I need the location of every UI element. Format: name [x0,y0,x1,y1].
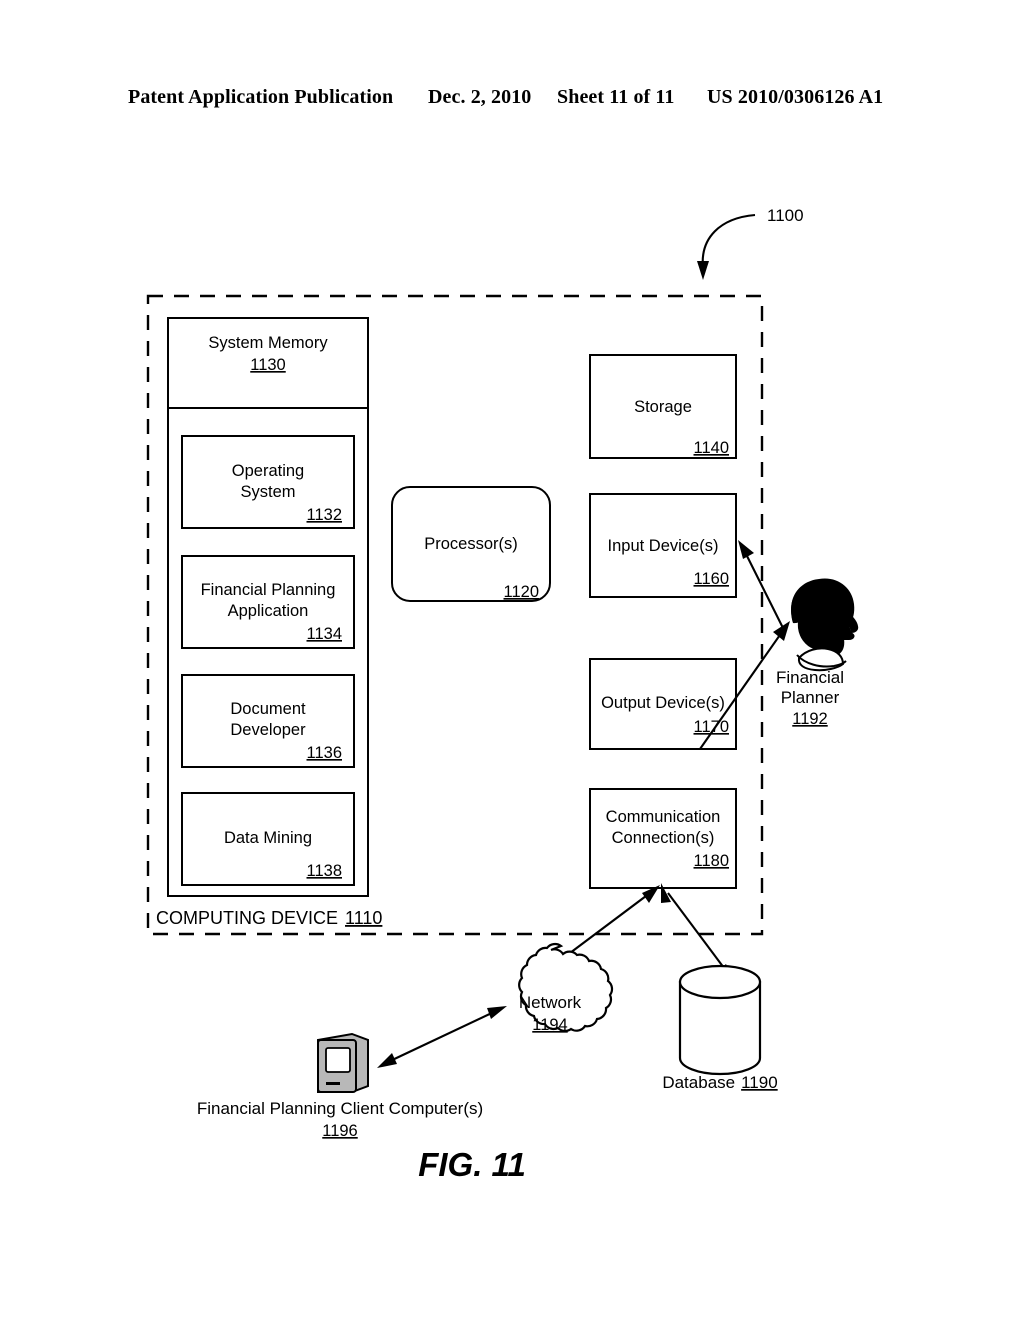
operating-system-block: Operating System 1132 [181,435,355,529]
database-cylinder: Database 1190 [662,964,778,1092]
data-mining-block: Data Mining 1138 [181,792,355,886]
operating-system-label-1: Operating [232,462,304,480]
processor-block: Processor(s) 1120 [391,486,551,602]
financial-planner-label-1: Financial [776,668,844,687]
processor-ref: 1120 [504,583,539,601]
document-developer-ref: 1136 [307,744,342,762]
storage-ref: 1140 [694,439,729,457]
client-computer-ref: 1196 [322,1122,357,1140]
network-cloud: Network 1194 [518,942,614,1034]
financial-planning-application-block: Financial Planning Application 1134 [181,555,355,649]
arrow-network-to-client [377,1006,507,1068]
document-developer-label-2: Developer [230,721,306,739]
figure-11-diagram: 1100 COMPUTING DEVICE 1110 System Memory … [146,206,859,1183]
financial-planner-icon: Financial Planner 1192 [776,578,859,728]
financial-planning-application-ref: 1134 [307,625,342,643]
storage-block: Storage 1140 [589,354,737,459]
client-computer-icon: Financial Planning Client Computer(s) 11… [197,1032,483,1140]
operating-system-label-2: System [240,483,295,501]
output-devices-block: Output Device(s) 1170 [589,658,737,750]
input-devices-block: Input Device(s) 1160 [589,493,737,598]
system-memory-ref: 1130 [250,356,285,374]
output-devices-label: Output Device(s) [601,694,725,712]
financial-planner-label-2: Planner [781,688,840,707]
figure-label: FIG. 11 [418,1146,526,1183]
client-computer-label: Financial Planning Client Computer(s) [197,1099,483,1118]
document-developer-label-1: Document [230,700,306,718]
processor-label: Processor(s) [424,535,518,553]
financial-planning-application-label-1: Financial Planning [201,581,336,599]
communication-connections-label-1: Communication [606,808,721,826]
storage-label: Storage [634,398,692,416]
operating-system-ref: 1132 [307,506,342,524]
patent-sheet: Patent Application Publication Dec. 2, 2… [0,0,1024,1320]
system-memory-label: System Memory [208,334,328,352]
network-ref: 1194 [532,1016,567,1034]
document-developer-block: Document Developer 1136 [181,674,355,768]
callout-1100: 1100 [697,206,804,280]
network-label: Network [519,993,582,1012]
communication-connections-ref: 1180 [694,852,729,870]
data-mining-ref: 1138 [307,862,342,880]
database-label: Database 1190 [662,1073,777,1092]
data-mining-label-1: Data Mining [224,829,312,847]
communication-connections-label-2: Connection(s) [612,829,715,847]
financial-planner-ref: 1192 [792,710,827,728]
financial-planning-application-label-2: Application [228,602,309,620]
input-devices-label: Input Device(s) [608,537,719,555]
communication-connections-block: Communication Connection(s) 1180 [589,788,737,889]
input-devices-ref: 1160 [694,570,729,588]
callout-1100-label: 1100 [767,206,804,225]
computing-device-label: COMPUTING DEVICE 1110 [156,908,382,928]
